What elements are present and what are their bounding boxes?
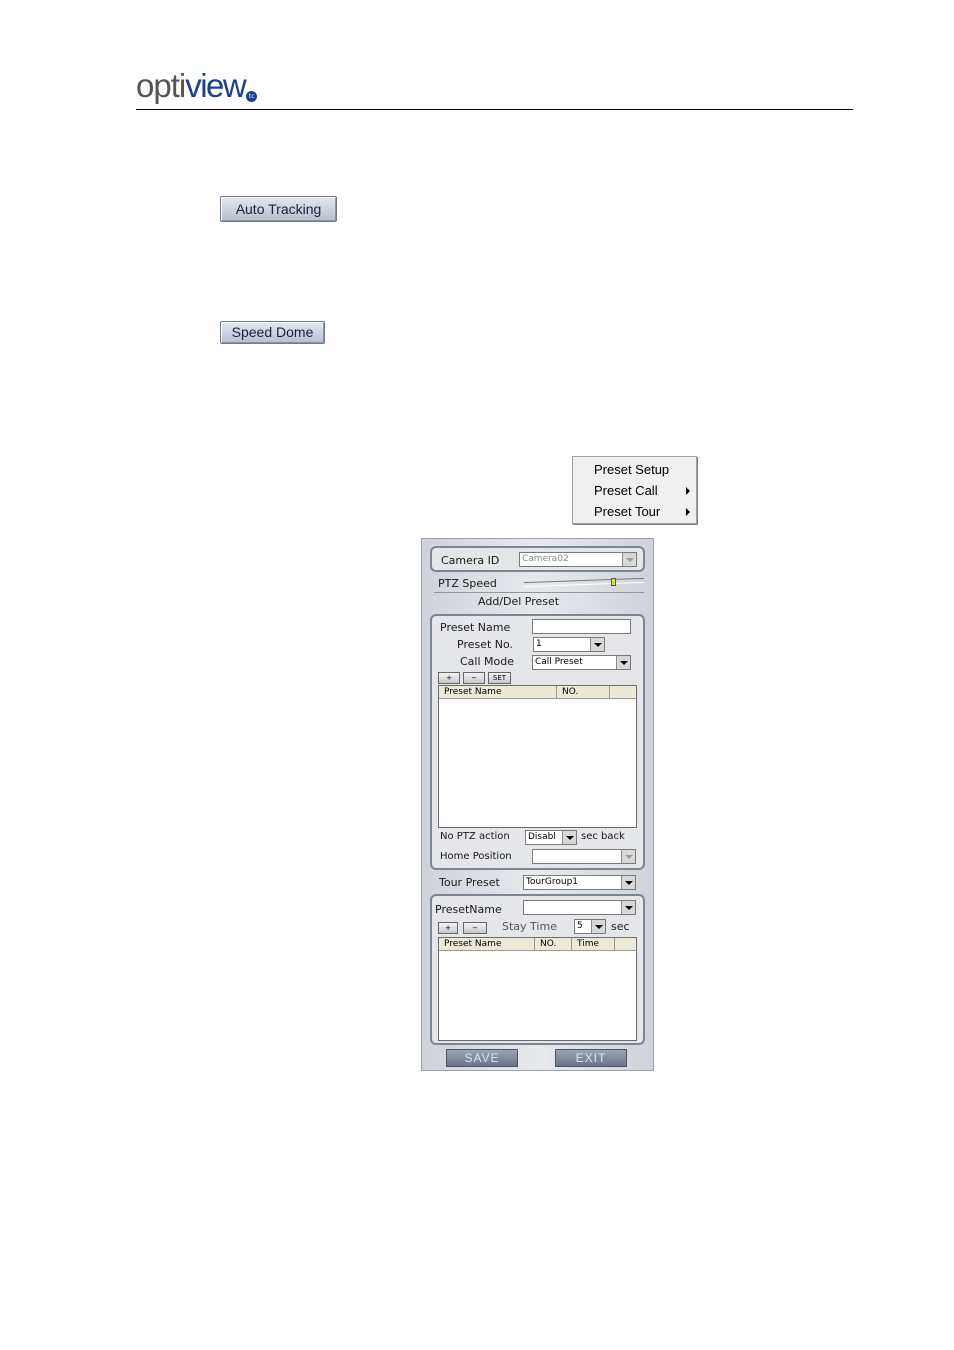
column-header-blank <box>610 686 636 699</box>
tour-preset-list[interactable]: Preset Name NO. Time <box>438 937 637 1041</box>
submenu-arrow-icon <box>686 508 690 516</box>
chevron-down-icon <box>616 656 630 669</box>
preset-list[interactable]: Preset Name NO. <box>438 685 637 828</box>
call-mode-label: Call Mode <box>460 655 515 668</box>
save-button[interactable]: SAVE <box>446 1049 518 1067</box>
chevron-down-icon <box>621 850 635 863</box>
tour-preset-name-label: PresetName <box>435 903 502 916</box>
call-mode-select[interactable]: Call Preset <box>532 655 631 670</box>
chevron-down-icon <box>621 901 635 914</box>
chevron-down-icon <box>621 876 635 889</box>
exit-button[interactable]: EXIT <box>555 1049 627 1067</box>
menu-item-label: Preset Call <box>594 483 658 498</box>
add-preset-button[interactable]: + <box>438 672 460 684</box>
tour-preset-label: Tour Preset <box>439 876 500 889</box>
tour-preset-name-select[interactable] <box>523 900 636 915</box>
chevron-down-icon <box>590 638 604 651</box>
sec-back-label: sec back <box>581 831 625 842</box>
logo-text-opti: opti <box>136 67 186 104</box>
set-preset-button[interactable]: SET <box>488 672 511 684</box>
remove-preset-button[interactable]: − <box>463 672 485 684</box>
camera-id-label: Camera ID <box>441 554 500 567</box>
menu-item-preset-call[interactable]: Preset Call <box>573 481 696 501</box>
preset-no-select[interactable]: 1 <box>533 637 605 652</box>
add-del-preset-title: Add/Del Preset <box>478 595 560 608</box>
preset-context-menu: Preset Setup Preset Call Preset Tour <box>572 456 697 524</box>
call-mode-value: Call Preset <box>535 657 583 667</box>
stay-time-select[interactable]: 5 <box>574 919 606 934</box>
ptz-speed-slider-thumb[interactable] <box>611 578 616 586</box>
sec-label: sec <box>611 920 630 933</box>
column-header-time[interactable]: Time <box>572 938 615 951</box>
column-header-preset-name[interactable]: Preset Name <box>439 938 535 951</box>
no-ptz-action-select[interactable]: Disabl <box>525 830 577 845</box>
preset-no-value: 1 <box>536 639 542 649</box>
auto-tracking-button[interactable]: Auto Tracking <box>220 196 337 222</box>
tour-preset-value: TourGroup1 <box>526 877 579 887</box>
menu-item-preset-setup[interactable]: Preset Setup <box>573 460 696 480</box>
preset-name-label: Preset Name <box>440 621 511 634</box>
logo-text-view: view <box>185 67 247 104</box>
logo-badge: tc <box>246 91 258 102</box>
chevron-down-icon <box>562 831 576 844</box>
camera-id-select[interactable]: Camera02 <box>519 552 637 567</box>
preset-no-label: Preset No. <box>457 638 514 651</box>
preset-name-input[interactable] <box>532 619 631 634</box>
column-header-no[interactable]: NO. <box>535 938 572 951</box>
ptz-speed-label: PTZ Speed <box>438 577 497 590</box>
no-ptz-action-value: Disabl <box>528 832 556 842</box>
chevron-down-icon <box>591 920 605 933</box>
section-divider <box>434 592 644 593</box>
menu-item-preset-tour[interactable]: Preset Tour <box>573 502 696 522</box>
column-header-preset-name[interactable]: Preset Name <box>439 686 557 699</box>
stay-time-label: Stay Time <box>502 920 557 933</box>
submenu-arrow-icon <box>686 487 690 495</box>
menu-item-label: Preset Setup <box>594 462 670 477</box>
optiview-logo: opti view tc <box>136 64 258 104</box>
speed-dome-button[interactable]: Speed Dome <box>220 321 325 344</box>
no-ptz-action-label: No PTZ action <box>440 831 510 842</box>
menu-item-label: Preset Tour <box>594 504 661 519</box>
camera-id-value: Camera02 <box>522 554 569 564</box>
stay-time-value: 5 <box>577 921 583 931</box>
tour-add-button[interactable]: + <box>438 922 458 934</box>
tour-preset-select[interactable]: TourGroup1 <box>523 875 636 890</box>
chevron-down-icon <box>622 553 636 566</box>
tour-remove-button[interactable]: − <box>463 922 487 934</box>
column-header-blank <box>615 938 636 951</box>
home-position-label: Home Position <box>440 851 512 862</box>
home-position-select[interactable] <box>532 849 636 864</box>
header-divider <box>136 109 853 110</box>
column-header-no[interactable]: NO. <box>557 686 610 699</box>
